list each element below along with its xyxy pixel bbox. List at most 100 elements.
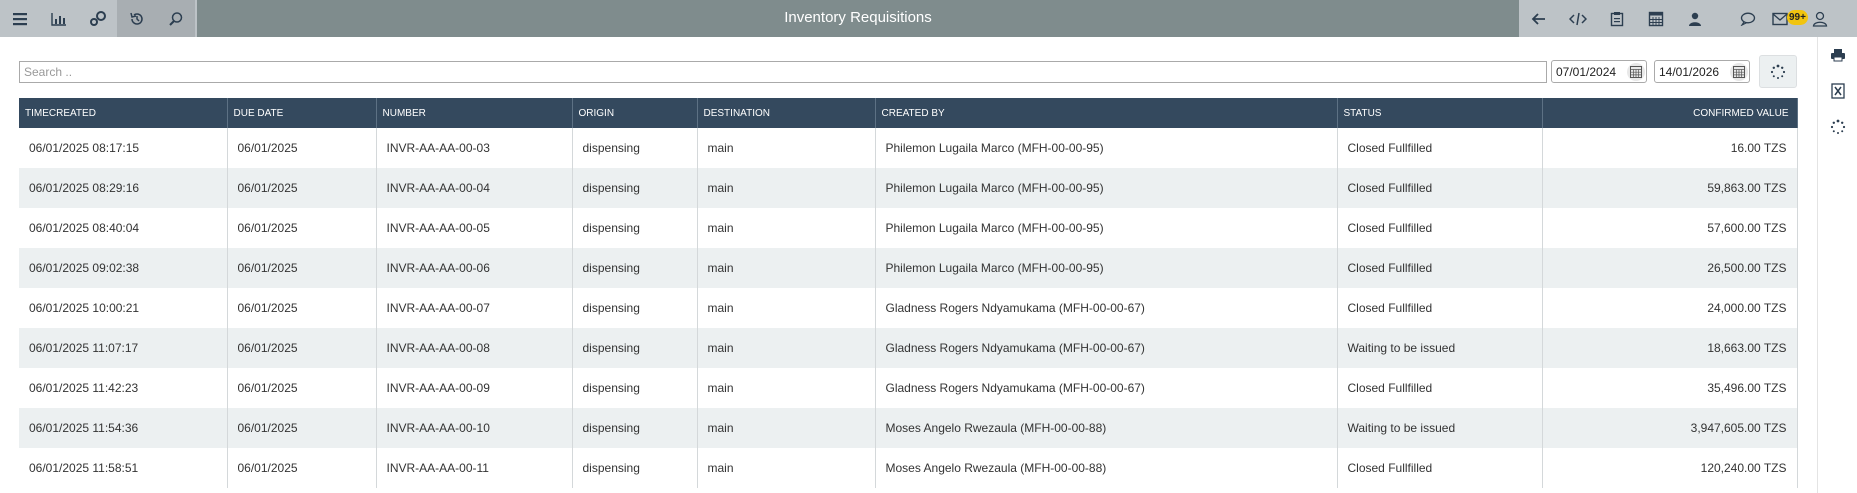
cell-due-date: 06/01/2025	[227, 448, 377, 488]
cell-timecreated: 06/01/2025 10:00:21	[19, 288, 228, 328]
cell-destination: main	[697, 448, 876, 488]
side-action-rail	[1817, 37, 1857, 493]
history-icon[interactable]	[117, 0, 156, 37]
cell-created-by: Philemon Lugaila Marco (MFH-00-00-95)	[875, 208, 1338, 248]
left-toolbar	[0, 0, 197, 37]
calendar-icon[interactable]	[1730, 62, 1748, 81]
cell-created-by: Moses Angelo Rwezaula (MFH-00-00-88)	[875, 448, 1338, 488]
cell-origin: dispensing	[572, 248, 698, 288]
cell-timecreated: 06/01/2025 08:17:15	[19, 128, 228, 168]
column-header-destination[interactable]: DESTINATION	[697, 98, 876, 128]
cell-confirmed-value: 57,600.00 TZS	[1542, 208, 1798, 248]
cell-created-by: Philemon Lugaila Marco (MFH-00-00-95)	[875, 168, 1338, 208]
column-header-timecreated[interactable]: TIMECREATED	[19, 98, 228, 128]
refresh-icon[interactable]	[1818, 109, 1857, 145]
cell-created-by: Gladness Rogers Ndyamukama (MFH-00-00-67…	[875, 288, 1338, 328]
cell-origin: dispensing	[572, 128, 698, 168]
table-row[interactable]: 06/01/2025 08:40:04 06/01/2025 INVR-AA-AA-…	[19, 208, 1798, 248]
column-header-status[interactable]: STATUS	[1337, 98, 1543, 128]
refresh-button[interactable]	[1759, 55, 1797, 88]
cell-timecreated: 06/01/2025 08:29:16	[19, 168, 228, 208]
cell-due-date: 06/01/2025	[227, 128, 377, 168]
requisitions-table: TIMECREATED DUE DATE NUMBER ORIGIN DESTI…	[19, 98, 1798, 488]
calculator-icon[interactable]	[1636, 0, 1675, 37]
mail-icon[interactable]: 99+	[1767, 0, 1808, 37]
cell-due-date: 06/01/2025	[227, 368, 377, 408]
cell-confirmed-value: 3,947,605.00 TZS	[1542, 408, 1798, 448]
excel-icon[interactable]	[1818, 73, 1857, 109]
user-switch-icon[interactable]	[1675, 0, 1714, 37]
cell-destination: main	[697, 328, 876, 368]
mail-badge: 99+	[1787, 10, 1808, 25]
top-bar: Inventory Requisitions 99+	[0, 0, 1857, 37]
cell-origin: dispensing	[572, 208, 698, 248]
cell-timecreated: 06/01/2025 11:42:23	[19, 368, 228, 408]
cell-created-by: Moses Angelo Rwezaula (MFH-00-00-88)	[875, 408, 1338, 448]
date-to-field[interactable]: 14/01/2026	[1654, 60, 1750, 83]
cell-created-by: Gladness Rogers Ndyamukama (MFH-00-00-67…	[875, 328, 1338, 368]
cell-confirmed-value: 26,500.00 TZS	[1542, 248, 1798, 288]
cell-origin: dispensing	[572, 448, 698, 488]
table-row[interactable]: 06/01/2025 08:17:15 06/01/2025 INVR-AA-AA-…	[19, 128, 1798, 168]
table-row[interactable]: 06/01/2025 11:42:23 06/01/2025 INVR-AA-AA-…	[19, 368, 1798, 408]
table-row[interactable]: 06/01/2025 09:02:38 06/01/2025 INVR-AA-AA-…	[19, 248, 1798, 288]
column-header-number[interactable]: NUMBER	[376, 98, 573, 128]
user-icon[interactable]	[1806, 0, 1845, 37]
cell-destination: main	[697, 128, 876, 168]
cell-number: INVR-AA-AA-00-11	[376, 448, 573, 488]
cell-destination: main	[697, 208, 876, 248]
cell-destination: main	[697, 168, 876, 208]
cell-status: Waiting to be issued	[1337, 328, 1543, 368]
cell-number: INVR-AA-AA-00-04	[376, 168, 573, 208]
cell-number: INVR-AA-AA-00-06	[376, 248, 573, 288]
cell-destination: main	[697, 288, 876, 328]
back-arrow-icon[interactable]	[1519, 0, 1558, 37]
clipboard-icon[interactable]	[1597, 0, 1636, 37]
cell-number: INVR-AA-AA-00-08	[376, 328, 573, 368]
settings-icon[interactable]	[78, 0, 117, 37]
cell-timecreated: 06/01/2025 11:07:17	[19, 328, 228, 368]
bar-chart-icon[interactable]	[39, 0, 78, 37]
cell-number: INVR-AA-AA-00-05	[376, 208, 573, 248]
cell-created-by: Philemon Lugaila Marco (MFH-00-00-95)	[875, 248, 1338, 288]
chat-icon[interactable]	[1728, 0, 1767, 37]
cell-confirmed-value: 24,000.00 TZS	[1542, 288, 1798, 328]
cell-confirmed-value: 35,496.00 TZS	[1542, 368, 1798, 408]
cell-status: Closed Fullfilled	[1337, 128, 1543, 168]
cell-due-date: 06/01/2025	[227, 248, 377, 288]
cell-due-date: 06/01/2025	[227, 408, 377, 448]
cell-confirmed-value: 18,663.00 TZS	[1542, 328, 1798, 368]
cell-origin: dispensing	[572, 168, 698, 208]
cell-status: Closed Fullfilled	[1337, 168, 1543, 208]
right-toolbar: 99+	[1519, 0, 1857, 37]
table-row[interactable]: 06/01/2025 11:54:36 06/01/2025 INVR-AA-AA-…	[19, 408, 1798, 448]
column-header-created-by[interactable]: CREATED BY	[875, 98, 1338, 128]
column-header-origin[interactable]: ORIGIN	[572, 98, 698, 128]
search-input[interactable]	[19, 61, 1547, 83]
table-row[interactable]: 06/01/2025 11:07:17 06/01/2025 INVR-AA-AA-…	[19, 328, 1798, 368]
cell-timecreated: 06/01/2025 09:02:38	[19, 248, 228, 288]
cell-due-date: 06/01/2025	[227, 328, 377, 368]
print-icon[interactable]	[1818, 37, 1857, 73]
search-icon[interactable]	[156, 0, 195, 37]
column-header-due-date[interactable]: DUE DATE	[227, 98, 377, 128]
column-header-confirmed-value[interactable]: CONFIRMED VALUE	[1542, 98, 1798, 128]
cell-status: Waiting to be issued	[1337, 408, 1543, 448]
cell-created-by: Gladness Rogers Ndyamukama (MFH-00-00-67…	[875, 368, 1338, 408]
table-row[interactable]: 06/01/2025 10:00:21 06/01/2025 INVR-AA-AA-…	[19, 288, 1798, 328]
code-icon[interactable]	[1558, 0, 1597, 37]
cell-confirmed-value: 120,240.00 TZS	[1542, 448, 1798, 488]
page-title: Inventory Requisitions	[784, 9, 932, 26]
cell-due-date: 06/01/2025	[227, 168, 377, 208]
cell-status: Closed Fullfilled	[1337, 448, 1543, 488]
date-from-field[interactable]: 07/01/2024	[1551, 60, 1647, 83]
table-row[interactable]: 06/01/2025 08:29:16 06/01/2025 INVR-AA-AA-…	[19, 168, 1798, 208]
cell-number: INVR-AA-AA-00-03	[376, 128, 573, 168]
cell-number: INVR-AA-AA-00-07	[376, 288, 573, 328]
table-row[interactable]: 06/01/2025 11:58:51 06/01/2025 INVR-AA-AA-…	[19, 448, 1798, 488]
menu-icon[interactable]	[0, 0, 39, 37]
cell-number: INVR-AA-AA-00-09	[376, 368, 573, 408]
calendar-icon[interactable]	[1627, 62, 1645, 81]
cell-timecreated: 06/01/2025 11:58:51	[19, 448, 228, 488]
cell-due-date: 06/01/2025	[227, 288, 377, 328]
